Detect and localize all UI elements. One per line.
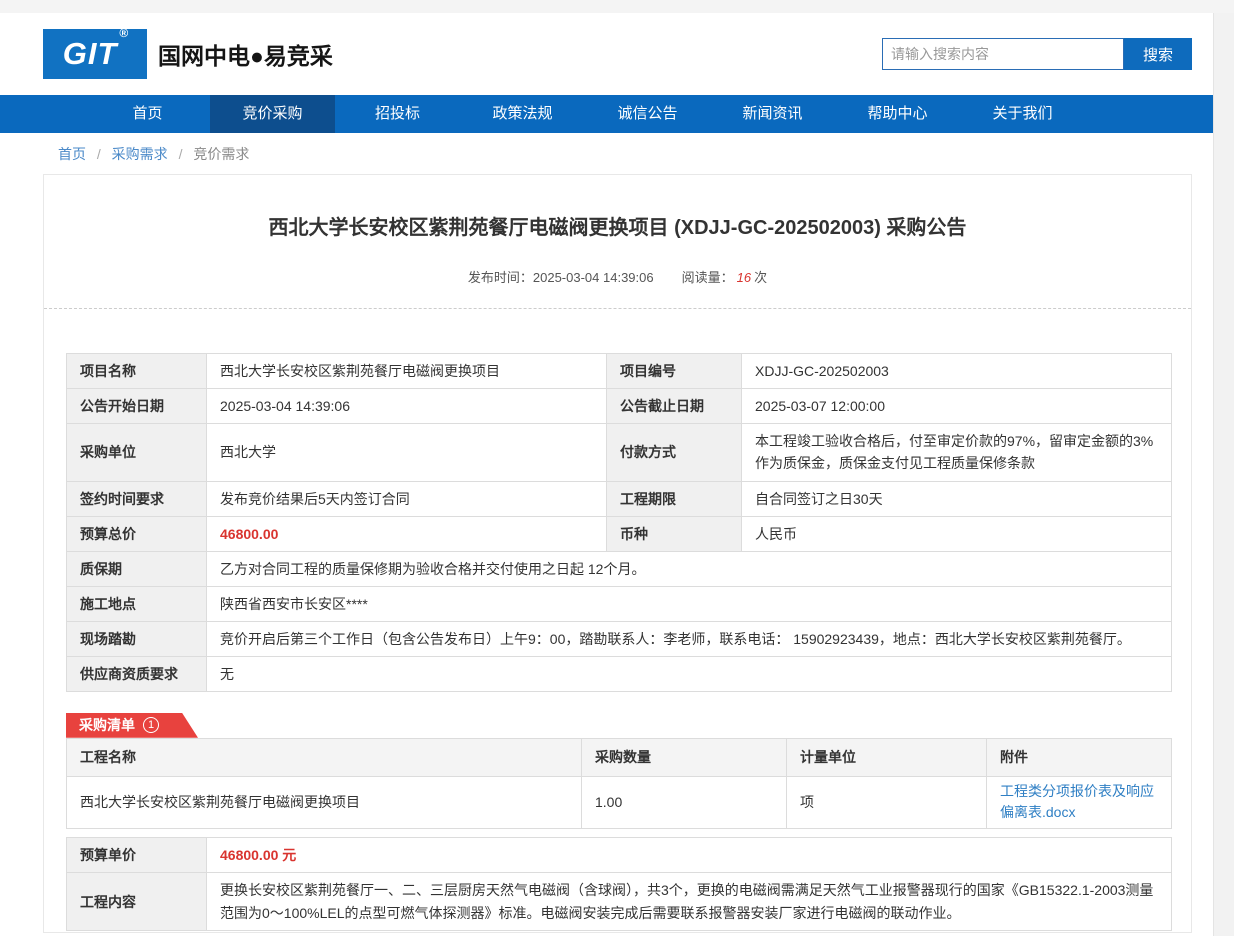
field-value: 本工程竣工验收合格后，付至审定价款的97%，留审定金额的3%作为质保金，质保金支… <box>742 424 1172 482</box>
field-value: XDJJ-GC-202502003 <box>742 354 1172 389</box>
field-label: 工程内容 <box>67 873 207 931</box>
table-row: 预算单价 46800.00 元 <box>67 838 1172 873</box>
column-header: 计量单位 <box>787 738 987 776</box>
field-value: 乙方对合同工程的质量保修期为验收合格并交付使用之日起 12个月。 <box>207 551 1172 586</box>
page-title: 西北大学长安校区紫荆苑餐厅电磁阀更换项目 (XDJJ-GC-202502003)… <box>44 211 1191 240</box>
publish-time-label: 发布时间： <box>468 270 533 285</box>
table-row: 公告开始日期 2025-03-04 14:39:06 公告截止日期 2025-0… <box>67 389 1172 424</box>
project-name-cell: 西北大学长安校区紫荆苑餐厅电磁阀更换项目 <box>67 776 582 828</box>
top-strip <box>0 0 1234 13</box>
field-label: 付款方式 <box>607 424 742 482</box>
quantity-cell: 1.00 <box>582 776 787 828</box>
field-label: 公告开始日期 <box>67 389 207 424</box>
column-header: 工程名称 <box>67 738 582 776</box>
field-label: 供应商资质要求 <box>67 656 207 691</box>
nav-item-policies[interactable]: 政策法规 <box>460 95 585 133</box>
table-header-row: 工程名称 采购数量 计量单位 附件 <box>67 738 1172 776</box>
breadcrumb-procurement-demand[interactable]: 采购需求 <box>112 146 168 162</box>
views-unit: 次 <box>754 270 767 285</box>
project-details-table: 项目名称 西北大学长安校区紫荆苑餐厅电磁阀更换项目 项目编号 XDJJ-GC-2… <box>66 353 1172 692</box>
git-logo[interactable]: GIT® <box>43 29 147 79</box>
procurement-list-badge: 采购清单 1 <box>66 713 198 738</box>
nav-item-about-us[interactable]: 关于我们 <box>960 95 1085 133</box>
field-value: 西北大学 <box>207 424 607 482</box>
search-area: 搜索 <box>882 38 1192 70</box>
table-row: 西北大学长安校区紫荆苑餐厅电磁阀更换项目 1.00 项 工程类分项报价表及响应偏… <box>67 776 1172 828</box>
unit-cell: 项 <box>787 776 987 828</box>
attachment-link[interactable]: 工程类分项报价表及响应偏离表.docx <box>1000 781 1158 824</box>
breadcrumb: 首页 / 采购需求 / 竞价需求 <box>0 133 1213 174</box>
nav-item-bidding-procurement[interactable]: 竞价采购 <box>210 95 335 133</box>
views-count: 16 <box>737 270 751 285</box>
field-value: 西北大学长安校区紫荆苑餐厅电磁阀更换项目 <box>207 354 607 389</box>
table-row: 施工地点 陕西省西安市长安区**** <box>67 586 1172 621</box>
nav-item-news[interactable]: 新闻资讯 <box>710 95 835 133</box>
dashed-divider <box>44 308 1191 309</box>
attachment-cell: 工程类分项报价表及响应偏离表.docx <box>987 776 1172 828</box>
table-row: 预算总价 46800.00 币种 人民币 <box>67 516 1172 551</box>
field-value: 2025-03-04 14:39:06 <box>207 389 607 424</box>
field-label: 币种 <box>607 516 742 551</box>
field-label: 质保期 <box>67 551 207 586</box>
views-label: 阅读量： <box>682 270 734 285</box>
table-row: 项目名称 西北大学长安校区紫荆苑餐厅电磁阀更换项目 项目编号 XDJJ-GC-2… <box>67 354 1172 389</box>
nav-item-integrity-notices[interactable]: 诚信公告 <box>585 95 710 133</box>
field-label: 项目名称 <box>67 354 207 389</box>
breadcrumb-separator: / <box>97 146 101 162</box>
field-label: 预算单价 <box>67 838 207 873</box>
site-brand-title: 国网中电●易竞采 <box>158 37 333 71</box>
field-label: 施工地点 <box>67 586 207 621</box>
announcement-card: 西北大学长安校区紫荆苑餐厅电磁阀更换项目 (XDJJ-GC-202502003)… <box>43 174 1192 933</box>
table-row: 采购单位 西北大学 付款方式 本工程竣工验收合格后，付至审定价款的97%，留审定… <box>67 424 1172 482</box>
budget-total-value: 46800.00 <box>207 516 607 551</box>
field-label: 签约时间要求 <box>67 481 207 516</box>
site-header: GIT® 国网中电●易竞采 搜索 <box>0 13 1213 95</box>
column-header: 附件 <box>987 738 1172 776</box>
field-label: 采购单位 <box>67 424 207 482</box>
field-label: 工程期限 <box>607 481 742 516</box>
search-button[interactable]: 搜索 <box>1124 38 1192 70</box>
main-nav: 首页 竞价采购 招投标 政策法规 诚信公告 新闻资讯 帮助中心 关于我们 <box>0 95 1213 133</box>
field-value: 竞价开启后第三个工作日（包含公告发布日）上午9：00，踏勘联系人：李老师，联系电… <box>207 621 1172 656</box>
breadcrumb-separator: / <box>179 146 183 162</box>
field-value: 无 <box>207 656 1172 691</box>
procurement-list-table: 工程名称 采购数量 计量单位 附件 西北大学长安校区紫荆苑餐厅电磁阀更换项目 1… <box>66 738 1172 829</box>
field-value: 人民币 <box>742 516 1172 551</box>
field-value: 2025-03-07 12:00:00 <box>742 389 1172 424</box>
field-label: 项目编号 <box>607 354 742 389</box>
field-value: 陕西省西安市长安区**** <box>207 586 1172 621</box>
breadcrumb-home[interactable]: 首页 <box>58 146 86 162</box>
nav-item-tenders[interactable]: 招投标 <box>335 95 460 133</box>
table-row: 工程内容 更换长安校区紫荆苑餐厅一、二、三层厨房天然气电磁阀（含球阀），共3个，… <box>67 873 1172 931</box>
work-content-value: 更换长安校区紫荆苑餐厅一、二、三层厨房天然气电磁阀（含球阀），共3个，更换的电磁… <box>207 873 1172 931</box>
field-label: 现场踏勘 <box>67 621 207 656</box>
scrollbar-track[interactable] <box>1213 13 1234 936</box>
field-label: 预算总价 <box>67 516 207 551</box>
nav-item-home[interactable]: 首页 <box>85 95 210 133</box>
git-logo-text: GIT® <box>63 36 128 72</box>
table-row: 供应商资质要求 无 <box>67 656 1172 691</box>
unit-price-value: 46800.00 元 <box>207 838 1172 873</box>
article-meta: 发布时间：2025-03-04 14:39:06 阅读量：16次 <box>44 267 1191 286</box>
publish-time-value: 2025-03-04 14:39:06 <box>533 270 654 285</box>
registered-mark-icon: ® <box>119 26 129 40</box>
page: GIT® 国网中电●易竞采 搜索 首页 竞价采购 招投标 政策法规 诚信公告 新… <box>0 13 1213 933</box>
nav-item-help-center[interactable]: 帮助中心 <box>835 95 960 133</box>
column-header: 采购数量 <box>582 738 787 776</box>
summary-table: 预算单价 46800.00 元 工程内容 更换长安校区紫荆苑餐厅一、二、三层厨房… <box>66 837 1172 931</box>
badge-count-icon: 1 <box>143 717 159 733</box>
field-label: 公告截止日期 <box>607 389 742 424</box>
table-row: 质保期 乙方对合同工程的质量保修期为验收合格并交付使用之日起 12个月。 <box>67 551 1172 586</box>
field-value: 发布竞价结果后5天内签订合同 <box>207 481 607 516</box>
table-row: 现场踏勘 竞价开启后第三个工作日（包含公告发布日）上午9：00，踏勘联系人：李老… <box>67 621 1172 656</box>
procurement-list-label: 采购清单 <box>79 715 135 735</box>
table-row: 签约时间要求 发布竞价结果后5天内签订合同 工程期限 自合同签订之日30天 <box>67 481 1172 516</box>
breadcrumb-current: 竞价需求 <box>193 146 249 162</box>
field-value: 自合同签订之日30天 <box>742 481 1172 516</box>
search-input[interactable] <box>882 38 1124 70</box>
